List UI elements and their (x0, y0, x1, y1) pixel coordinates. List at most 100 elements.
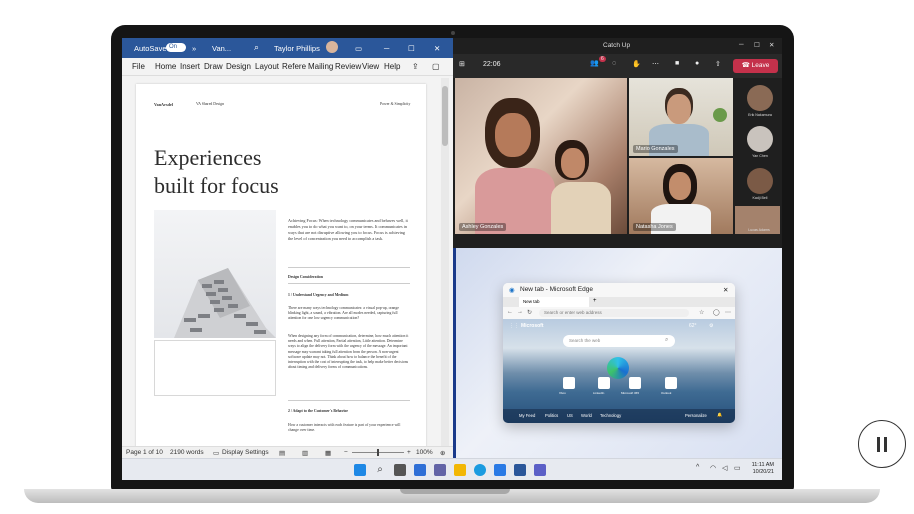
read-mode-icon[interactable]: ▤ (279, 449, 285, 457)
tab-design[interactable]: Design (226, 62, 251, 71)
web-search-box[interactable]: Search the web ⌕ (563, 335, 675, 347)
more-icon[interactable]: ⋯ (725, 309, 731, 316)
task-view-icon[interactable] (394, 464, 406, 476)
video-tile-2[interactable]: Mario Gonzales (629, 78, 733, 156)
doc-name[interactable]: Van... (212, 44, 231, 53)
avatar[interactable] (326, 41, 338, 53)
zoom-level[interactable]: 100% (416, 449, 433, 456)
store-icon[interactable] (494, 464, 506, 476)
quick-link-linkedin[interactable] (598, 377, 610, 389)
zoom-out-icon[interactable]: − (344, 449, 348, 456)
tab-review[interactable]: Review (335, 62, 361, 71)
settings-icon[interactable]: ⚙ (709, 323, 713, 329)
web-layout-icon[interactable]: ▦ (325, 449, 331, 457)
doc-header-right: Power & Simplicity (380, 102, 411, 106)
comments-icon[interactable]: ▢ (432, 62, 440, 71)
video-tile-3[interactable]: Natasha Jones (629, 158, 733, 234)
tab-mailings[interactable]: Mailing (308, 62, 333, 71)
quick-link-outlook[interactable] (665, 377, 677, 389)
tab-references[interactable]: Refere (282, 62, 306, 71)
back-icon[interactable]: ← (507, 309, 513, 315)
tab-insert[interactable]: Insert (180, 62, 200, 71)
more-icon[interactable]: » (192, 44, 196, 53)
zoom-in-icon[interactable]: + (407, 449, 411, 456)
pause-icon (884, 437, 887, 452)
chat-icon[interactable]: ◌ (612, 60, 616, 67)
tab-home[interactable]: Home (155, 62, 176, 71)
tab-draw[interactable]: Draw (204, 62, 223, 71)
refresh-icon[interactable]: ↻ (527, 309, 532, 316)
user-name: Taylor Phillips (274, 44, 320, 53)
personalize-button[interactable]: Personalize (685, 413, 707, 418)
pause-button[interactable] (858, 420, 906, 468)
minimize-icon[interactable]: ─ (384, 44, 389, 53)
scrollbar-thumb[interactable] (442, 86, 448, 146)
mic-icon[interactable]: ● (695, 60, 699, 67)
maximize-icon[interactable]: ☐ (408, 44, 415, 53)
autosave-toggle[interactable]: On (166, 43, 186, 52)
avatar[interactable] (747, 85, 773, 111)
quick-link-xbox[interactable] (563, 377, 575, 389)
feed-tab[interactable]: US (567, 413, 573, 418)
doc-brand: VanArsdel (154, 102, 173, 107)
apps-icon[interactable]: ⋮⋮ (509, 323, 519, 329)
tab-view[interactable]: View (362, 62, 379, 71)
feed-tab[interactable]: Technology (600, 413, 621, 418)
battery-icon[interactable]: ▭ (734, 464, 741, 472)
avatar[interactable] (747, 126, 773, 152)
feed-tab[interactable]: My Feed (519, 413, 535, 418)
print-layout-icon[interactable]: ▥ (302, 449, 308, 457)
share-icon[interactable]: ⇪ (412, 62, 419, 71)
display-settings[interactable]: Display Settings (222, 449, 269, 456)
widgets-icon[interactable] (414, 464, 426, 476)
feed-tab[interactable]: Politics (545, 413, 558, 418)
close-icon[interactable]: ✕ (434, 44, 440, 53)
maximize-icon[interactable]: ☐ (754, 41, 760, 49)
teams-chat-icon[interactable] (434, 464, 446, 476)
document-page[interactable]: VanArsdel VA Shared Design Power & Simpl… (136, 84, 426, 458)
tab-help[interactable]: Help (384, 62, 400, 71)
doc-paragraph-2: When designing any form of communication… (288, 334, 409, 370)
teams-taskbar-icon[interactable] (534, 464, 546, 476)
share-screen-icon[interactable]: ⇧ (715, 60, 721, 68)
bell-icon[interactable]: 🔔 (717, 412, 722, 418)
start-icon[interactable] (354, 464, 366, 476)
leave-button[interactable]: ☎ Leave (733, 59, 778, 73)
teams-titlebar: Catch Up ─ ☐ ✕ (453, 38, 782, 54)
participants-icon[interactable]: 👥 (590, 59, 599, 67)
fit-icon[interactable]: ⊕ (440, 449, 445, 457)
quick-link-m365[interactable] (629, 377, 641, 389)
volume-icon[interactable]: ◁ (722, 464, 727, 472)
weather: 62° (689, 323, 697, 329)
address-bar[interactable]: Search or enter web address (539, 309, 689, 317)
layout-icon[interactable]: ⊞ (459, 60, 465, 68)
clock[interactable]: 11:11 AM 10/20/21 (752, 462, 774, 476)
tab-layout[interactable]: Layout (255, 62, 279, 71)
edge-taskbar-icon[interactable] (474, 464, 486, 476)
favorites-icon[interactable]: ☆ (699, 309, 704, 316)
clock-time: 11:11 AM (751, 462, 774, 468)
word-taskbar-icon[interactable] (514, 464, 526, 476)
search-icon[interactable]: ⌕ (374, 464, 386, 476)
search-icon[interactable]: ⌕ (254, 42, 259, 53)
raise-hand-icon[interactable]: ✋ (632, 60, 641, 68)
more-options-icon[interactable]: ⋯ (652, 60, 659, 68)
close-icon[interactable]: ✕ (723, 286, 728, 294)
new-tab-icon[interactable]: + (593, 298, 597, 304)
ribbon-display-icon[interactable]: ▭ (355, 44, 362, 53)
close-icon[interactable]: ✕ (769, 41, 774, 49)
feed-tab[interactable]: World (581, 413, 592, 418)
camera-icon[interactable]: ■ (675, 60, 679, 67)
file-explorer-icon[interactable] (454, 464, 466, 476)
avatar[interactable] (747, 168, 773, 194)
video-tile-main[interactable]: Ashley Gonzales (455, 78, 627, 234)
chevron-up-icon[interactable]: ^ (696, 464, 699, 471)
profile-icon[interactable]: ◯ (713, 309, 720, 316)
zoom-thumb[interactable] (377, 449, 379, 456)
wifi-icon[interactable]: ◠ (710, 464, 716, 472)
tab-new[interactable]: New tab (519, 297, 589, 307)
minimize-icon[interactable]: ─ (739, 41, 744, 48)
window-divider[interactable] (453, 248, 456, 458)
forward-icon[interactable]: → (517, 309, 523, 315)
tab-file[interactable]: File (132, 62, 145, 71)
